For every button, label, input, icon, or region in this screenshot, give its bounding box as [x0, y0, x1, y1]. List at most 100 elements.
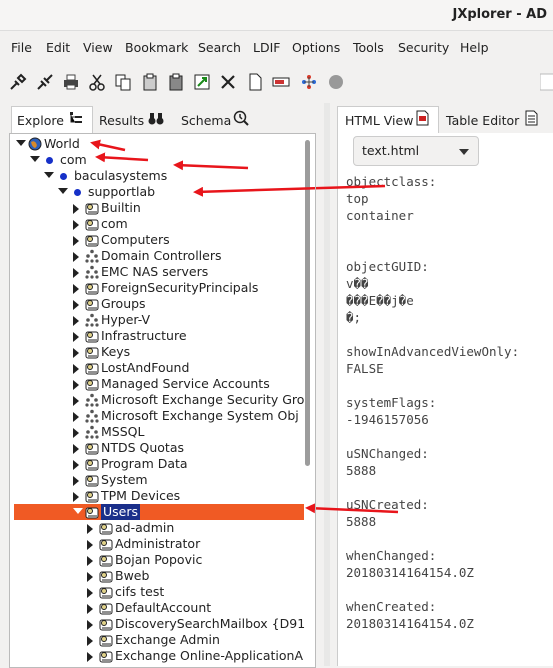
collapsed-toggle-icon[interactable] — [73, 492, 79, 502]
collapsed-toggle-icon[interactable] — [73, 284, 79, 294]
menu-file[interactable]: File — [11, 40, 32, 55]
expanded-toggle-icon[interactable] — [44, 172, 54, 178]
menu-search[interactable]: Search — [198, 40, 241, 55]
collapsed-toggle-icon[interactable] — [73, 444, 79, 454]
tree-node[interactable]: Keys — [10, 344, 310, 360]
menu-ldif[interactable]: LDIF — [253, 40, 280, 55]
paste-alias-icon[interactable] — [166, 72, 186, 92]
tree-node[interactable]: com — [10, 152, 310, 168]
collapsed-toggle-icon[interactable] — [73, 396, 79, 406]
tree-node[interactable]: TPM Devices — [10, 488, 310, 504]
expanded-toggle-icon[interactable] — [16, 140, 26, 146]
tree-node[interactable]: Users — [10, 504, 310, 520]
tree-node[interactable]: LostAndFound — [10, 360, 310, 376]
collapsed-toggle-icon[interactable] — [73, 316, 79, 326]
tree-node[interactable]: Microsoft Exchange System Obj — [10, 408, 310, 424]
tab-explore[interactable]: Explore — [17, 113, 64, 128]
tree-node[interactable]: Groups — [10, 296, 310, 312]
collapsed-toggle-icon[interactable] — [73, 220, 79, 230]
tree-node[interactable]: DiscoverySearchMailbox {D91 — [10, 616, 310, 632]
copy-icon[interactable] — [113, 72, 133, 92]
expanded-toggle-icon[interactable] — [73, 508, 83, 514]
collapsed-toggle-icon[interactable] — [87, 652, 93, 662]
tree-node[interactable]: Bojan Popovic — [10, 552, 310, 568]
tree-node[interactable]: NTDS Quotas — [10, 440, 310, 456]
collapsed-toggle-icon[interactable] — [87, 604, 93, 614]
collapsed-toggle-icon[interactable] — [73, 332, 79, 342]
tree-node-label: DiscoverySearchMailbox {D91 — [115, 616, 306, 631]
paste-icon[interactable] — [140, 72, 160, 92]
collapsed-toggle-icon[interactable] — [87, 636, 93, 646]
tree-node[interactable]: EMC NAS servers — [10, 264, 310, 280]
tree-node[interactable]: Domain Controllers — [10, 248, 310, 264]
tree-node[interactable]: Administrator — [10, 536, 310, 552]
collapsed-toggle-icon[interactable] — [87, 524, 93, 534]
disconnect-icon[interactable] — [35, 72, 55, 92]
menu-security[interactable]: Security — [398, 40, 449, 55]
tree-node-label: Users — [101, 504, 141, 520]
menu-options[interactable]: Options — [292, 40, 340, 55]
tree-node[interactable]: DefaultAccount — [10, 600, 310, 616]
collapsed-toggle-icon[interactable] — [73, 460, 79, 470]
tab-table-editor[interactable]: Table Editor — [446, 113, 519, 128]
tree-node[interactable]: cifs test — [10, 584, 310, 600]
collapsed-toggle-icon[interactable] — [73, 252, 79, 262]
collapsed-toggle-icon[interactable] — [73, 428, 79, 438]
tree-node[interactable]: baculasystems — [10, 168, 310, 184]
expanded-toggle-icon[interactable] — [58, 188, 68, 194]
tree-node[interactable]: supportlab — [10, 184, 310, 200]
tree-node[interactable]: Managed Service Accounts — [10, 376, 310, 392]
print-icon[interactable] — [61, 72, 81, 92]
tab-html-view[interactable]: HTML View — [345, 113, 413, 128]
collapsed-toggle-icon[interactable] — [87, 620, 93, 630]
tree-node[interactable]: com — [10, 216, 310, 232]
refresh-icon[interactable] — [299, 72, 319, 92]
tree-node[interactable]: World — [10, 136, 310, 152]
tree-node[interactable]: MSSQL — [10, 424, 310, 440]
tree-node[interactable]: Builtin — [10, 200, 310, 216]
tree-node[interactable]: Microsoft Exchange Security Gro — [10, 392, 310, 408]
menu-view[interactable]: View — [83, 40, 113, 55]
menu-edit[interactable]: Edit — [46, 40, 70, 55]
collapsed-toggle-icon[interactable] — [73, 236, 79, 246]
tree-node[interactable]: ForeignSecurityPrincipals — [10, 280, 310, 296]
collapsed-toggle-icon[interactable] — [73, 412, 79, 422]
collapsed-toggle-icon[interactable] — [73, 348, 79, 358]
collapsed-toggle-icon[interactable] — [73, 300, 79, 310]
collapsed-toggle-icon[interactable] — [87, 540, 93, 550]
tree-node[interactable]: ad-admin — [10, 520, 310, 536]
tree-node[interactable]: System — [10, 472, 310, 488]
cut-icon[interactable] — [87, 72, 107, 92]
expanded-toggle-icon[interactable] — [30, 156, 40, 162]
tree-node[interactable]: Program Data — [10, 456, 310, 472]
close-icon[interactable] — [218, 72, 238, 92]
view-format-select[interactable]: text.html — [353, 136, 479, 166]
collapsed-toggle-icon[interactable] — [73, 476, 79, 486]
collapsed-toggle-icon[interactable] — [87, 572, 93, 582]
menu-tools[interactable]: Tools — [353, 40, 384, 55]
menu-help[interactable]: Help — [460, 40, 489, 55]
tab-results[interactable]: Results — [99, 113, 144, 128]
collapsed-toggle-icon[interactable] — [73, 364, 79, 374]
collapsed-toggle-icon[interactable] — [87, 556, 93, 566]
delete-icon[interactable] — [192, 72, 212, 92]
rename-icon[interactable] — [271, 72, 291, 92]
tree-node[interactable]: Computers — [10, 232, 310, 248]
connect-icon[interactable] — [8, 72, 28, 92]
splitter[interactable] — [324, 103, 330, 666]
schema-icon — [233, 110, 249, 129]
tree-node[interactable]: Infrastructure — [10, 328, 310, 344]
menu-bookmark[interactable]: Bookmark — [125, 40, 188, 55]
tree-node[interactable]: Exchange Online-ApplicationA — [10, 648, 310, 664]
collapsed-toggle-icon[interactable] — [73, 204, 79, 214]
collapsed-toggle-icon[interactable] — [87, 588, 93, 598]
collapsed-toggle-icon[interactable] — [73, 268, 79, 278]
tree-node[interactable]: Exchange Admin — [10, 632, 310, 648]
tab-schema[interactable]: Schema — [181, 113, 231, 128]
tree-node[interactable]: Hyper-V — [10, 312, 310, 328]
stop-icon[interactable] — [326, 72, 346, 92]
collapsed-toggle-icon[interactable] — [73, 380, 79, 390]
new-icon[interactable] — [245, 72, 265, 92]
directory-tree[interactable]: World com baculasystems supportlab Builtin co… — [9, 133, 316, 668]
tree-node[interactable]: Bweb — [10, 568, 310, 584]
